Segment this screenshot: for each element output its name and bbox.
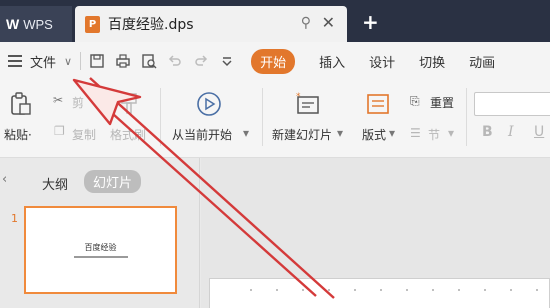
new-slide-dropdown-icon[interactable]: ▾ [337, 126, 343, 140]
document-tab[interactable]: P 百度经验.dps ⚲ ✕ [75, 6, 347, 42]
customize-toolbar-icon[interactable] [219, 53, 235, 69]
document-title: 百度经验.dps [108, 17, 194, 33]
wps-logo-icon: W [6, 16, 20, 32]
paste-dropdown[interactable]: · [28, 128, 32, 142]
slide-number: 1 [11, 212, 18, 225]
slide-editor[interactable] [209, 278, 550, 308]
slide-canvas[interactable] [201, 158, 550, 308]
slide-thumbnail[interactable]: 百度经验 [24, 206, 177, 294]
section-button[interactable]: 节 [428, 126, 440, 143]
title-bar: W WPS P 百度经验.dps ⚲ ✕ + [0, 0, 550, 42]
section-dropdown-icon[interactable]: ▾ [448, 126, 454, 140]
cut-button[interactable]: 剪 [72, 94, 84, 111]
ribbon: 粘贴· ✂ 剪 ❐ 复制 格式刷 从当前开始 ▾ * 新建幻灯片 ▾ 版式 ▾ … [0, 80, 550, 158]
thumbnail-title: 百度经验 [84, 243, 117, 252]
paste-label: 粘贴 [4, 128, 29, 142]
new-tab-button[interactable]: + [362, 10, 379, 34]
format-painter-button[interactable]: 格式刷 [110, 126, 146, 143]
copy-icon[interactable]: ❐ [54, 124, 65, 138]
tab-transitions[interactable]: 切换 [419, 52, 445, 71]
tab-slides[interactable]: 幻灯片 [84, 170, 142, 193]
cut-icon[interactable]: ✂ [53, 93, 63, 107]
paste-button[interactable]: 粘贴· [4, 126, 32, 143]
ribbon-separator [160, 88, 161, 146]
menu-bar: 文件 ∨ 开始 插入 设计 切换 动画 [0, 42, 550, 80]
tab-design[interactable]: 设计 [369, 52, 395, 71]
tab-insert[interactable]: 插入 [319, 52, 345, 71]
section-icon[interactable]: ☰ [410, 126, 421, 140]
chevron-down-icon[interactable]: ∨ [64, 55, 72, 68]
play-dropdown-icon[interactable]: ▾ [243, 126, 249, 140]
layout-icon[interactable] [366, 93, 390, 118]
paste-icon[interactable] [10, 92, 32, 119]
tab-start[interactable]: 开始 [251, 48, 296, 74]
grid-dots [238, 289, 538, 291]
close-tab-icon[interactable]: ✕ [322, 13, 335, 32]
italic-button[interactable]: I [508, 124, 514, 140]
menu-icon[interactable] [8, 55, 22, 67]
tab-outline[interactable]: 大纲 [42, 174, 68, 193]
play-icon[interactable] [196, 91, 222, 120]
thumbnail-subtitle [73, 256, 128, 258]
font-name-input[interactable] [474, 92, 550, 116]
layout-dropdown-icon[interactable]: ▾ [389, 126, 395, 140]
reset-icon[interactable]: ⎘ [410, 94, 420, 109]
tab-animation[interactable]: 动画 [469, 52, 495, 71]
collapse-panel-icon[interactable]: ‹ [2, 172, 7, 187]
layout-button[interactable]: 版式 [362, 126, 386, 143]
undo-icon[interactable] [167, 53, 183, 69]
new-slide-button[interactable]: 新建幻灯片 [272, 126, 332, 143]
new-slide-icon[interactable]: * [295, 91, 321, 120]
svg-text:*: * [296, 92, 301, 102]
wps-tab-label: WPS [23, 16, 53, 32]
file-menu[interactable]: 文件 [30, 52, 56, 71]
copy-button[interactable]: 复制 [72, 126, 96, 143]
print-icon[interactable] [115, 53, 131, 69]
redo-icon[interactable] [193, 53, 209, 69]
print-preview-icon[interactable] [141, 53, 157, 69]
ribbon-separator [262, 88, 263, 146]
bold-button[interactable]: B [482, 124, 493, 140]
save-icon[interactable] [89, 53, 105, 69]
wps-home-tab[interactable]: W WPS [0, 6, 72, 42]
underline-button[interactable]: U [534, 124, 544, 140]
slides-panel: ‹ 大纲 幻灯片 1 百度经验 [0, 158, 200, 308]
reset-button[interactable]: 重置 [430, 94, 454, 111]
play-from-current-button[interactable]: 从当前开始 [172, 126, 232, 143]
separator [80, 52, 82, 70]
pin-icon[interactable]: ⚲ [301, 15, 311, 31]
ribbon-separator [466, 88, 467, 146]
presentation-file-icon: P [85, 15, 100, 33]
format-painter-icon[interactable] [118, 92, 140, 119]
